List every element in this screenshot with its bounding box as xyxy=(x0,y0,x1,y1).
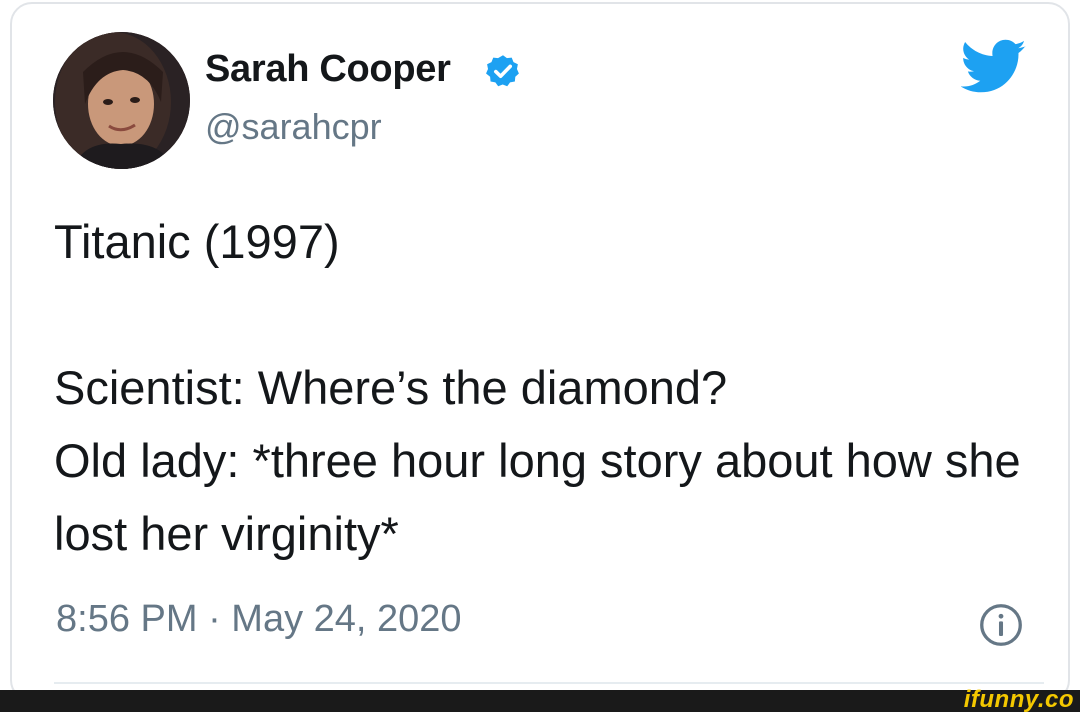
twitter-bird-icon[interactable] xyxy=(961,38,1027,96)
author-handle[interactable]: @sarahcpr xyxy=(205,106,382,148)
watermark-logo: ifunny.co xyxy=(963,686,1074,712)
tweet-text: Titanic (1997) Scientist: Where’s the di… xyxy=(54,215,1021,560)
verified-badge-icon xyxy=(486,55,519,87)
avatar[interactable] xyxy=(53,32,190,169)
author-display-name[interactable]: Sarah Cooper xyxy=(205,48,451,91)
info-icon[interactable] xyxy=(979,603,1023,647)
tweet-timestamp[interactable]: 8:56 PM · May 24, 2020 xyxy=(56,598,462,641)
profile-photo-icon xyxy=(53,32,190,169)
tweet-divider xyxy=(54,682,1044,684)
watermark-bar xyxy=(0,690,1080,712)
